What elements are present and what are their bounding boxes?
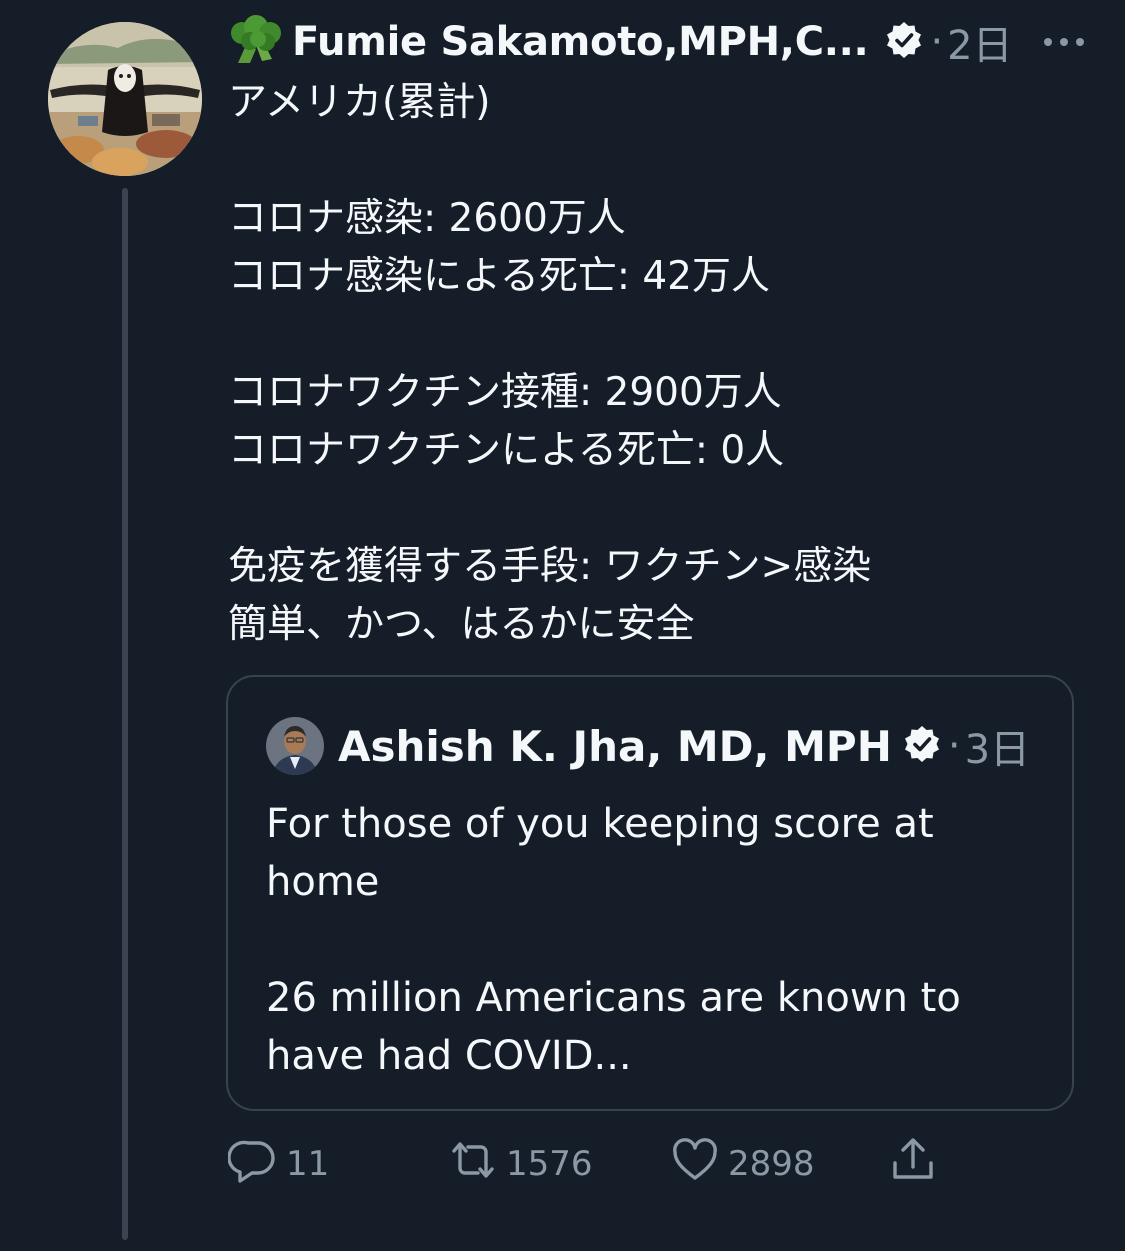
author-name[interactable]: Fumie Sakamoto,MPH,C... [292,19,869,65]
thread-line [122,188,128,1240]
quoted-line [266,911,1046,969]
tweet-line: 免疫を獲得する手段: ワクチン>感染 [228,544,872,589]
tweet-line: 簡単、かつ、はるかに安全 [228,602,695,647]
quoted-line: home [266,859,380,905]
dot-separator: · [947,723,961,769]
retweet-count: 1576 [506,1144,593,1184]
tweet-header: Fumie Sakamoto,MPH,C... · 2日 [228,14,1088,70]
quoted-tweet[interactable]: Ashish K. Jha, MD, MPH · 3日 For those of… [226,675,1074,1111]
dot-separator: · [930,19,944,65]
tweet-line: アメリカ(累計) [228,80,491,125]
tweet-line: コロナ感染: 2600万人 [228,196,626,241]
reply-count: 11 [286,1144,330,1184]
like-button[interactable]: 2898 [670,1136,815,1192]
reply-icon [227,1135,286,1194]
tweet-line [228,480,1088,538]
broccoli-icon [228,15,292,69]
tweet-line [228,306,1088,364]
retweet-button[interactable]: 1576 [448,1136,593,1192]
quoted-author-name: Ashish K. Jha, MD, MPH [338,721,892,771]
tweet-text: アメリカ(累計) コロナ感染: 2600万人 コロナ感染による死亡: 42万人 … [228,74,1088,654]
quoted-line: 26 million Americans are known to [266,975,961,1021]
tweet-line: コロナ感染による死亡: 42万人 [228,254,770,299]
reply-button[interactable]: 11 [227,1135,330,1194]
quoted-time: 3日 [964,727,1031,773]
tweet-actions: 11 1576 2898 [227,1135,988,1194]
like-icon [670,1135,728,1194]
verified-icon [868,20,924,64]
quoted-line: have had COVID... [266,1033,632,1079]
tweet-line [228,132,1088,190]
retweet-icon [448,1135,506,1194]
tweet-line: コロナワクチン接種: 2900万人 [228,370,782,415]
verified-icon [892,724,942,768]
quoted-header: Ashish K. Jha, MD, MPH · 3日 [266,715,1030,777]
tweet-time[interactable]: 2日 [947,13,1012,71]
quoted-text: For those of you keeping score at home 2… [266,795,1046,1085]
share-icon [888,1135,946,1194]
like-count: 2898 [728,1144,815,1184]
author-avatar[interactable] [48,22,202,176]
quoted-line: For those of you keeping score at [266,801,934,847]
quoted-avatar [266,717,324,775]
tweet-line: コロナワクチンによる死亡: 0人 [228,428,785,473]
more-icon[interactable] [1040,32,1088,52]
share-button[interactable] [888,1136,946,1192]
